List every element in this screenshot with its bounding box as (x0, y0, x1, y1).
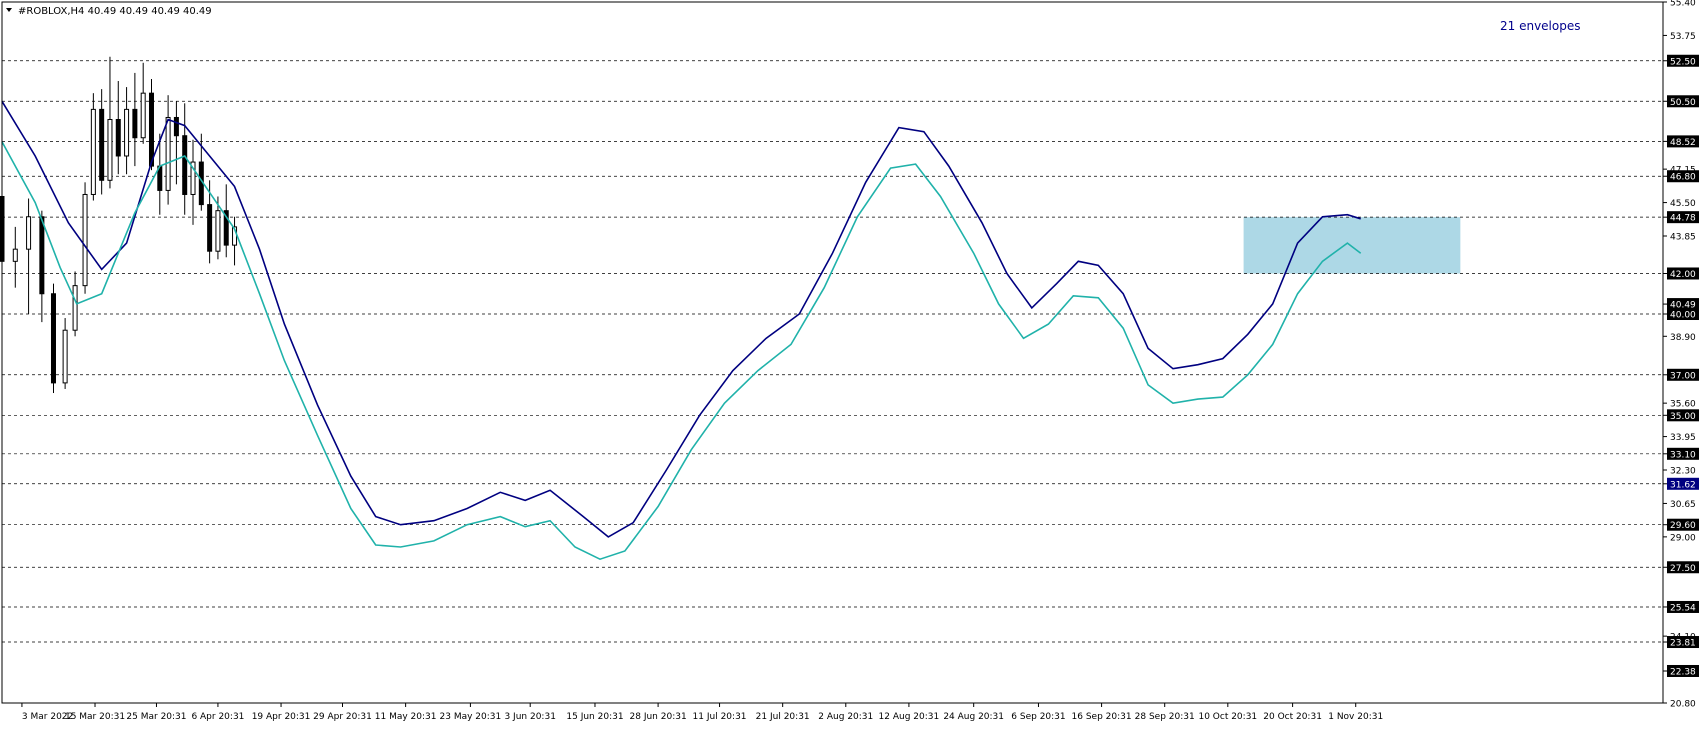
y-tick-label: 38.90 (1670, 333, 1696, 343)
x-tick-label: 2 Aug 20:31 (818, 712, 873, 722)
candle-body (82, 193, 88, 287)
x-tick-label: 10 Oct 20:31 (1198, 712, 1257, 722)
x-tick-label: 11 Jul 20:31 (693, 712, 747, 722)
y-tick-label: 52.50 (1670, 57, 1696, 67)
chart-background (0, 0, 1702, 726)
x-tick-label: 15 Jun 20:31 (566, 712, 623, 722)
candle-body (173, 116, 179, 137)
candle-body (26, 216, 32, 250)
x-tick-label: 24 Aug 20:31 (943, 712, 1004, 722)
candle-body (140, 92, 146, 139)
x-tick-label: 23 May 20:31 (440, 712, 502, 722)
y-tick-label: 53.75 (1670, 32, 1696, 42)
candle-body (50, 293, 56, 384)
x-tick-label: 11 May 20:31 (375, 712, 437, 722)
y-tick-label: 42.00 (1670, 270, 1696, 280)
candle-body (148, 92, 154, 167)
price-chart[interactable]: 55.4053.7552.5050.5048.5247.1546.8045.50… (0, 0, 1702, 726)
candle-body (90, 108, 96, 195)
y-tick-label: 50.50 (1670, 98, 1696, 108)
y-tick-label: 25.54 (1670, 603, 1696, 613)
y-tick-label: 44.78 (1670, 214, 1696, 224)
chart-window[interactable]: 55.4053.7552.5050.5048.5247.1546.8045.50… (0, 0, 1702, 726)
y-tick-label: 40.00 (1670, 311, 1696, 321)
candle-body (215, 210, 221, 252)
x-tick-label: 21 Jul 20:31 (756, 712, 810, 722)
y-tick-label: 31.62 (1670, 480, 1696, 490)
y-tick-label: 32.30 (1670, 467, 1696, 477)
candle-body (207, 204, 213, 252)
y-tick-label: 30.65 (1670, 500, 1696, 510)
x-tick-label: 16 Sep 20:31 (1072, 712, 1132, 722)
symbol-info-label: #ROBLOX,H4 40.49 40.49 40.49 40.49 (18, 6, 212, 17)
x-tick-label: 6 Apr 20:31 (191, 712, 244, 722)
y-tick-label: 55.40 (1670, 0, 1696, 9)
y-tick-label: 29.00 (1670, 533, 1696, 543)
y-tick-label: 48.52 (1670, 138, 1696, 148)
y-tick-label: 37.00 (1670, 371, 1696, 381)
x-tick-label: 28 Jun 20:31 (630, 712, 687, 722)
candle-body (99, 108, 105, 181)
y-tick-label: 46.80 (1670, 173, 1696, 183)
candle-body (165, 116, 171, 191)
x-tick-label: 3 Jun 20:31 (504, 712, 555, 722)
x-tick-label: 25 Mar 20:31 (126, 712, 186, 722)
y-tick-label: 35.60 (1670, 400, 1696, 410)
y-tick-label: 35.00 (1670, 412, 1696, 422)
support-zone (1243, 217, 1461, 274)
candle-body (107, 119, 113, 181)
x-tick-label: 12 Aug 20:31 (879, 712, 940, 722)
x-tick-label: 15 Mar 20:31 (65, 712, 125, 722)
candle-body (12, 248, 18, 262)
indicator-label: 21 envelopes (1500, 19, 1580, 33)
candle-body (132, 108, 138, 139)
x-tick-label: 19 Apr 20:31 (252, 712, 311, 722)
x-tick-label: 29 Apr 20:31 (313, 712, 372, 722)
y-tick-label: 22.38 (1670, 667, 1696, 677)
y-tick-label: 33.10 (1670, 450, 1696, 460)
y-tick-label: 27.50 (1670, 564, 1696, 574)
y-tick-label: 43.85 (1670, 233, 1696, 243)
y-tick-label: 29.60 (1670, 521, 1696, 531)
candle-body (124, 108, 130, 157)
y-tick-label: 45.50 (1670, 199, 1696, 209)
y-tick-label: 23.81 (1670, 639, 1696, 649)
x-tick-label: 28 Sep 20:31 (1135, 712, 1195, 722)
candle-body (72, 285, 78, 331)
candle-body (62, 329, 68, 384)
candle-body (39, 216, 45, 295)
x-tick-label: 20 Oct 20:31 (1263, 712, 1322, 722)
y-tick-label: 33.95 (1670, 433, 1696, 443)
candle-body (182, 135, 188, 195)
x-tick-label: 1 Nov 20:31 (1328, 712, 1383, 722)
y-tick-label: 20.80 (1670, 700, 1696, 710)
x-tick-label: 6 Sep 20:31 (1011, 712, 1065, 722)
candle-body (115, 119, 121, 157)
